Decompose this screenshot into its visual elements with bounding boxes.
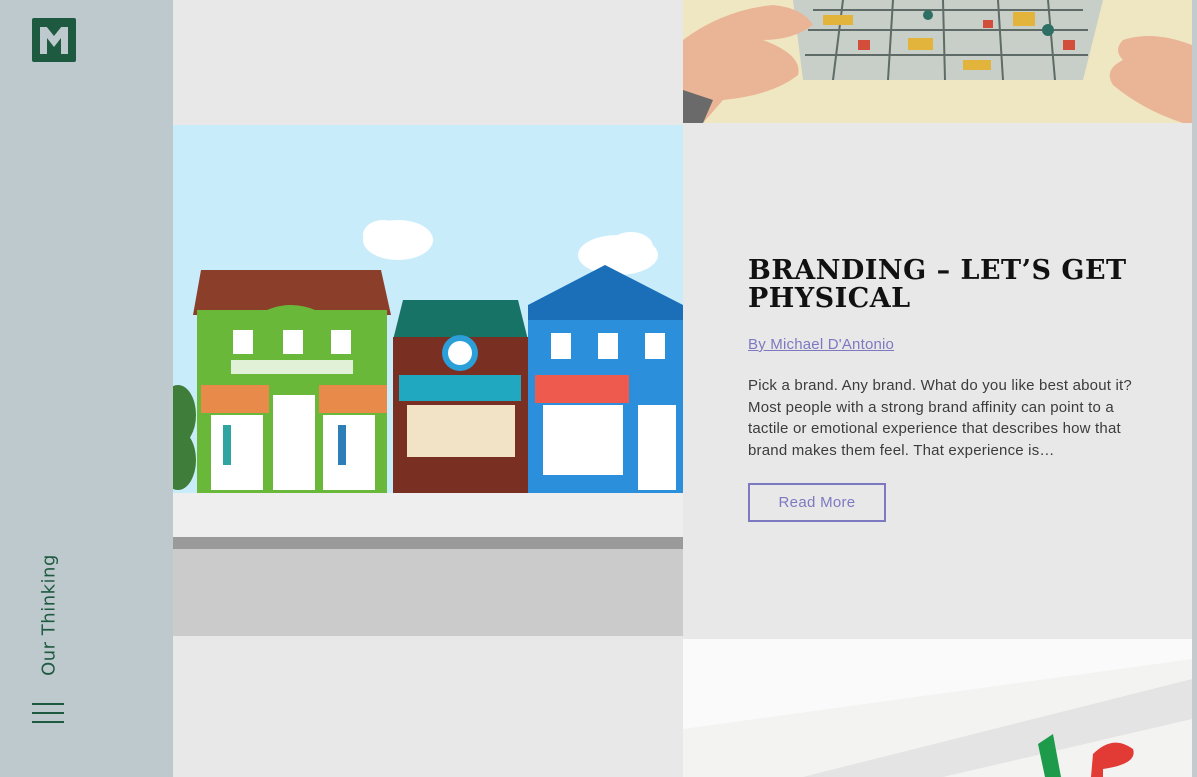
post-card: BRANDING – LET’S GET PHYSICAL By Michael… <box>683 123 1192 639</box>
menu-line <box>32 721 64 723</box>
post-image-search-closeup[interactable] <box>683 639 1192 777</box>
post-tile-top-left[interactable] <box>173 0 683 125</box>
logo-icon[interactable] <box>32 18 76 62</box>
post-tile-bottom-left[interactable] <box>173 636 683 777</box>
read-more-button[interactable]: Read More <box>748 483 886 522</box>
office-illustration-image <box>683 0 1192 123</box>
post-author-link[interactable]: By Michael D'Antonio <box>748 336 894 353</box>
menu-line <box>32 712 64 714</box>
post-image-office-map[interactable] <box>683 0 1192 123</box>
menu-line <box>32 703 64 705</box>
sidebar: Our Thinking <box>0 0 173 777</box>
search-letters-image <box>683 639 1192 777</box>
post-excerpt: Pick a brand. Any brand. What do you lik… <box>748 377 1132 459</box>
post-image-storefronts[interactable] <box>173 125 683 636</box>
storefront-illustration-image <box>173 125 683 549</box>
post-title[interactable]: BRANDING – LET’S GET PHYSICAL <box>748 257 1128 313</box>
scrollbar-track[interactable] <box>1192 0 1197 777</box>
hamburger-menu-icon[interactable] <box>32 703 64 723</box>
section-label[interactable]: Our Thinking <box>39 554 60 676</box>
